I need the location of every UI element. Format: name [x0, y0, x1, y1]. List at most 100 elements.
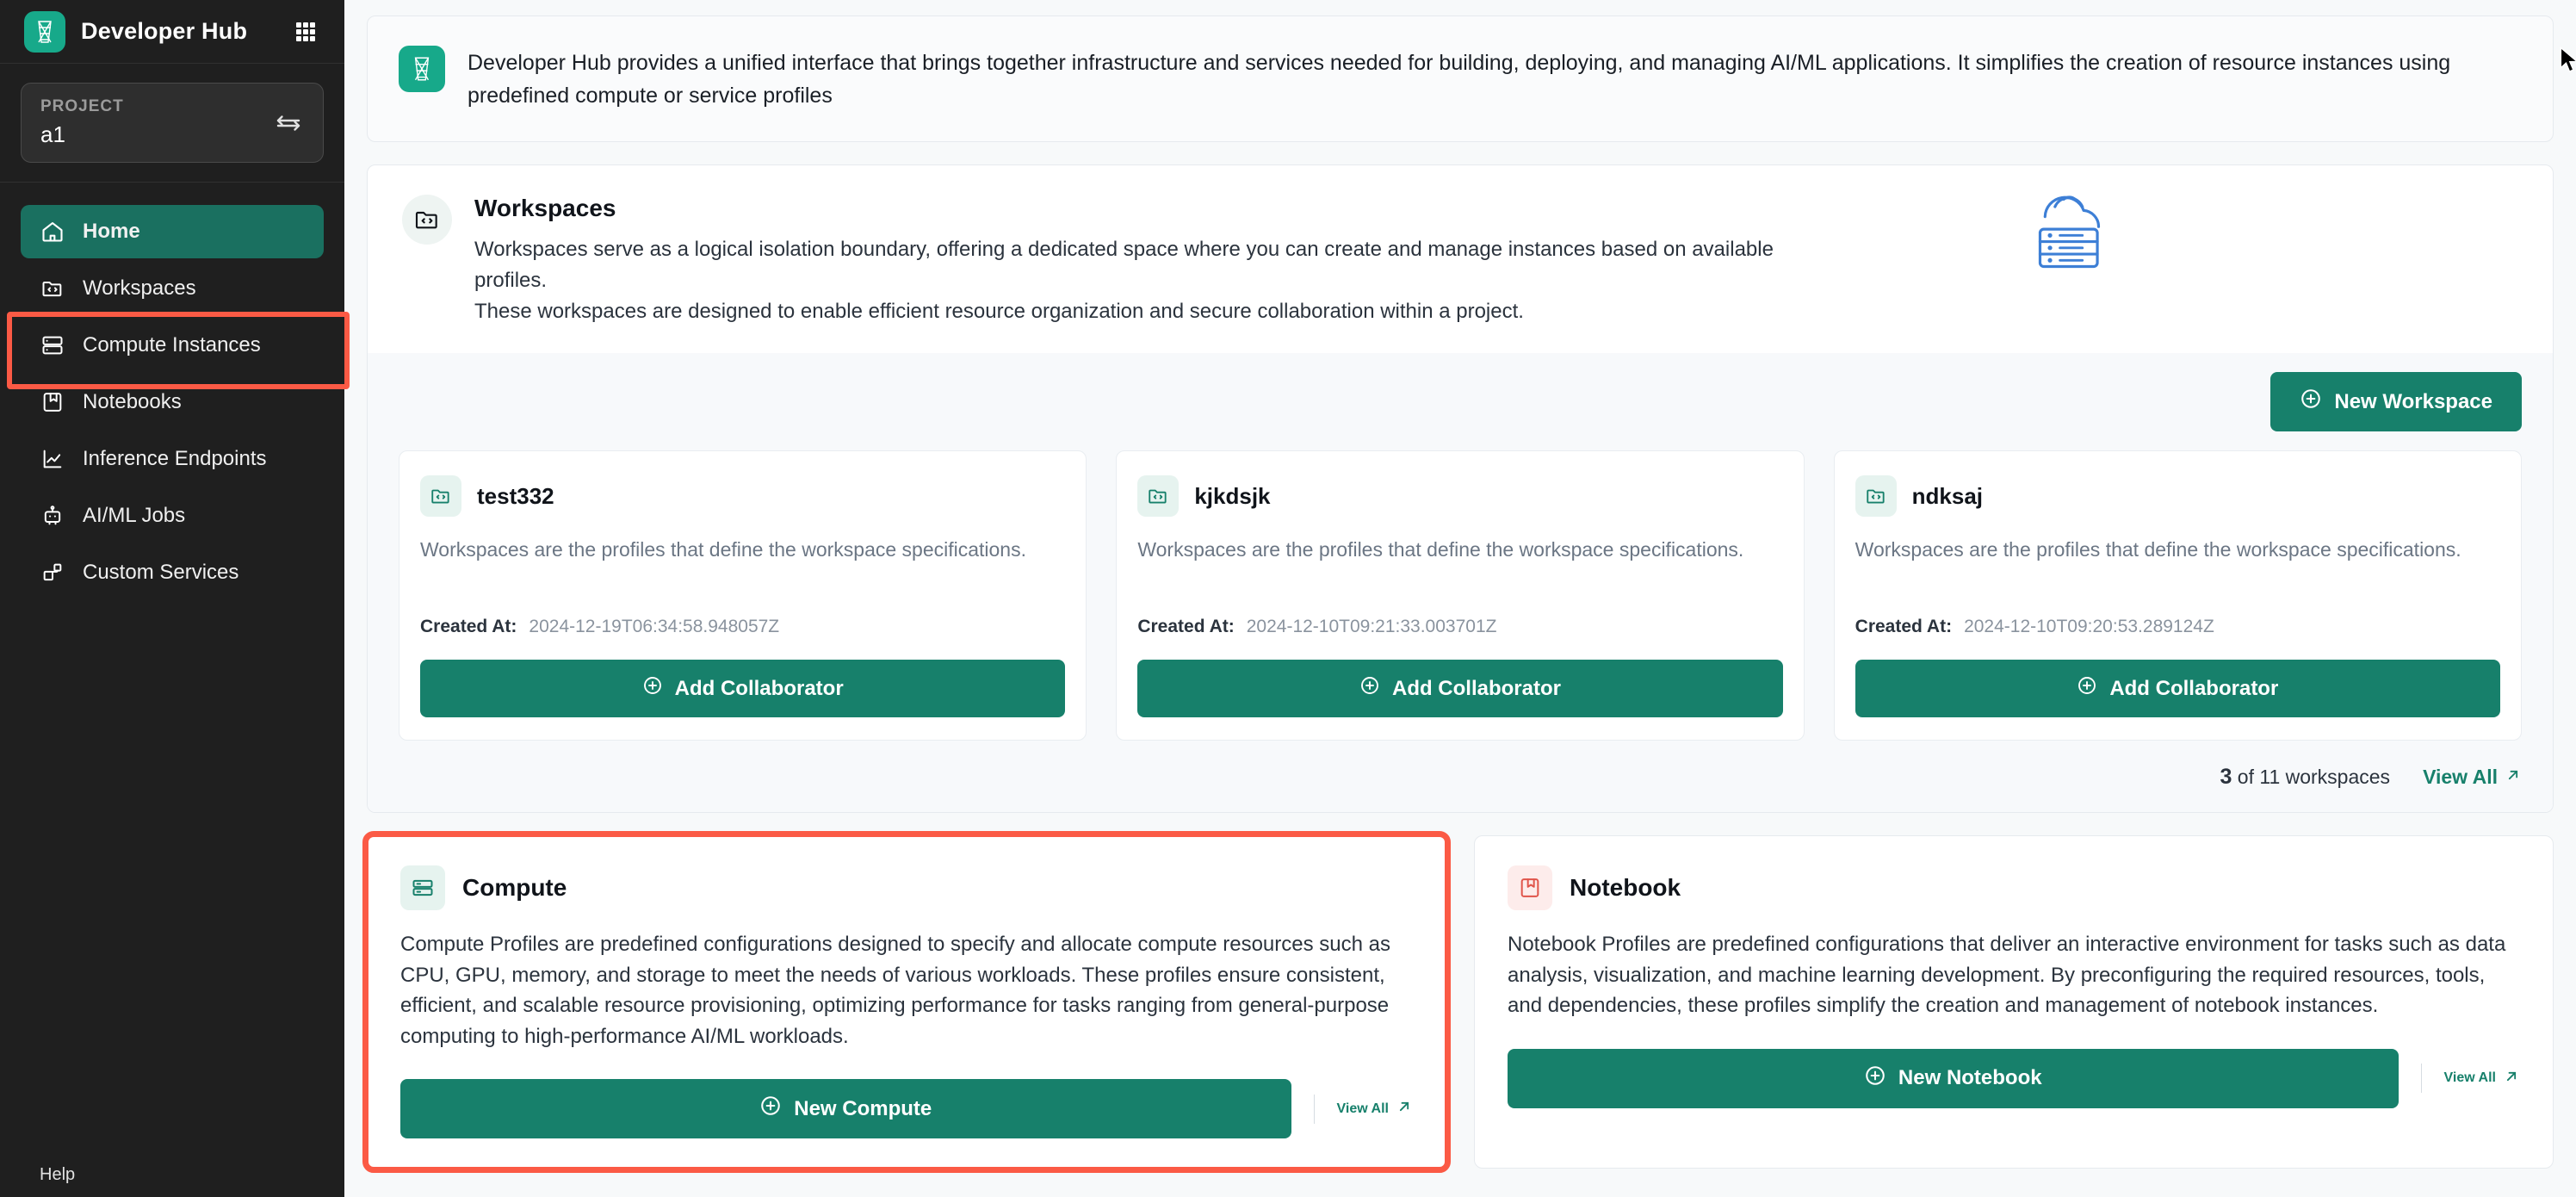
apps-grid-icon[interactable] [291, 17, 320, 47]
project-selector-wrap: PROJECT a1 [0, 64, 344, 183]
sidebar-item-ai-ml-jobs[interactable]: AI/ML Jobs [21, 489, 324, 543]
workspace-created-label: Created At: [1137, 617, 1235, 636]
workspaces-count-number: 3 [2220, 765, 2232, 789]
folder-code-icon [1855, 475, 1897, 517]
view-all-label: View All [2443, 1070, 2496, 1086]
workspace-desc: Workspaces are the profiles that define … [420, 538, 1026, 561]
sidebar-help-link[interactable]: Help [0, 1165, 344, 1197]
compute-profile-title: Compute [462, 874, 567, 901]
add-collaborator-label: Add Collaborator [1391, 676, 1561, 700]
compute-profile-card[interactable]: Compute Compute Profiles are predefined … [362, 830, 1451, 1174]
app-root: Developer Hub PROJECT a1 Home Workspaces… [0, 0, 2576, 1197]
compute-profile-desc: Compute Profiles are predefined configur… [400, 933, 1390, 1048]
developer-hub-logo-icon [399, 46, 445, 92]
developer-hub-logo-icon [24, 10, 65, 53]
external-link-icon [2503, 1068, 2520, 1089]
workspace-name: kjkdsjk [1194, 482, 1271, 509]
folder-code-icon [40, 276, 65, 301]
cloud-server-icon [2010, 184, 2139, 279]
new-workspace-button[interactable]: New Workspace [2270, 372, 2522, 431]
sidebar: Developer Hub PROJECT a1 Home Workspaces… [0, 0, 350, 1197]
plus-circle-icon [2300, 388, 2322, 416]
sidebar-item-label: Home [83, 220, 140, 243]
plus-circle-icon [1864, 1064, 1886, 1093]
sidebar-item-compute-instances[interactable]: Compute Instances [7, 312, 350, 389]
sidebar-item-home[interactable]: Home [21, 205, 324, 258]
add-collaborator-button[interactable]: Add Collaborator [420, 660, 1066, 717]
sidebar-item-label: Workspaces [83, 276, 196, 300]
divider [2420, 1064, 2422, 1094]
workspaces-count-text: of 11 workspaces [2237, 766, 2391, 788]
workspace-name: ndksaj [1911, 482, 1984, 509]
profiles-row: Compute Compute Profiles are predefined … [362, 830, 2554, 1174]
swap-icon[interactable] [273, 108, 304, 139]
sidebar-item-inference-endpoints[interactable]: Inference Endpoints [21, 432, 324, 486]
compute-view-all-link[interactable]: View All [1337, 1098, 1413, 1119]
workspace-created-value: 2024-12-10T09:20:53.289124Z [1964, 617, 2214, 636]
sidebar-item-label: Custom Services [83, 561, 239, 584]
workspaces-title: Workspaces [474, 195, 616, 221]
project-label: PROJECT [40, 97, 124, 115]
workspace-created-label: Created At: [420, 617, 517, 636]
workspace-card[interactable]: ndksaj Workspaces are the profiles that … [1833, 450, 2522, 741]
folder-code-icon [402, 195, 452, 245]
workspace-card-grid: test332 Workspaces are the profiles that… [399, 450, 2522, 741]
divider [1313, 1094, 1315, 1124]
chart-line-icon [40, 446, 65, 472]
new-compute-label: New Compute [794, 1096, 932, 1120]
sidebar-item-workspaces[interactable]: Workspaces [21, 262, 324, 315]
notebook-icon [1508, 865, 1552, 910]
banner-text: Developer Hub provides a unified interfa… [468, 51, 2451, 108]
main-content: Developer Hub provides a unified interfa… [344, 0, 2576, 1197]
new-workspace-label: New Workspace [2334, 389, 2492, 413]
blocks-icon [40, 560, 65, 586]
add-collaborator-label: Add Collaborator [2109, 676, 2279, 700]
compute-icon [400, 865, 445, 910]
workspaces-count: 3 of 11 workspaces [2220, 765, 2390, 790]
add-collaborator-button[interactable]: Add Collaborator [1137, 660, 1783, 717]
workspace-card[interactable]: kjkdsjk Workspaces are the profiles that… [1116, 450, 1805, 741]
sidebar-header: Developer Hub [0, 0, 344, 64]
notebook-icon [40, 389, 65, 415]
workspaces-header: Workspaces Workspaces serve as a logical… [368, 165, 2553, 353]
folder-code-icon [420, 475, 461, 517]
workspaces-desc-line2: These workspaces are designed to enable … [474, 300, 1524, 323]
workspace-desc: Workspaces are the profiles that define … [1855, 538, 2461, 561]
notebook-view-all-link[interactable]: View All [2444, 1068, 2520, 1089]
add-collaborator-label: Add Collaborator [674, 676, 844, 700]
sidebar-item-custom-services[interactable]: Custom Services [21, 546, 324, 599]
new-notebook-button[interactable]: New Notebook [1508, 1048, 2399, 1108]
folder-code-icon [1137, 475, 1180, 517]
project-selector[interactable]: PROJECT a1 [21, 83, 324, 163]
external-link-icon [2505, 766, 2522, 789]
plus-circle-icon [759, 1095, 782, 1123]
add-collaborator-button[interactable]: Add Collaborator [1855, 660, 2500, 717]
workspace-name: test332 [477, 482, 554, 509]
sidebar-item-label: Inference Endpoints [83, 447, 267, 470]
workspaces-panel: Workspaces Workspaces serve as a logical… [367, 164, 2554, 813]
info-banner: Developer Hub provides a unified interfa… [367, 16, 2554, 142]
workspace-desc: Workspaces are the profiles that define … [1137, 538, 1744, 561]
workspaces-body: New Workspace test332 Workspaces are the… [368, 353, 2553, 812]
sidebar-item-notebooks[interactable]: Notebooks [21, 375, 324, 429]
view-all-label: View All [1336, 1101, 1389, 1116]
workspaces-view-all-link[interactable]: View All [2423, 766, 2522, 789]
notebook-profile-desc: Notebook Profiles are predefined configu… [1508, 933, 2506, 1018]
workspace-card[interactable]: test332 Workspaces are the profiles that… [399, 450, 1087, 741]
plus-circle-icon [2077, 675, 2097, 702]
workspace-created-value: 2024-12-10T09:21:33.003701Z [1246, 617, 1497, 636]
plus-circle-icon [642, 675, 663, 702]
notebook-profile-card[interactable]: Notebook Notebook Profiles are predefine… [1474, 835, 2554, 1169]
project-value: a1 [40, 121, 65, 147]
notebook-profile-title: Notebook [1570, 874, 1681, 901]
workspace-created-label: Created At: [1855, 617, 1953, 636]
new-notebook-label: New Notebook [1898, 1066, 2042, 1090]
sidebar-nav: Home Workspaces Compute Instances Notebo… [0, 183, 350, 599]
view-all-label: View All [2423, 766, 2498, 788]
workspaces-desc-line1: Workspaces serve as a logical isolation … [474, 238, 1774, 292]
sidebar-item-label: Compute Instances [83, 333, 261, 357]
workspaces-actions: New Workspace [399, 372, 2522, 431]
brand-title: Developer Hub [81, 18, 248, 44]
new-compute-button[interactable]: New Compute [400, 1079, 1291, 1139]
external-link-icon [1396, 1098, 1413, 1119]
